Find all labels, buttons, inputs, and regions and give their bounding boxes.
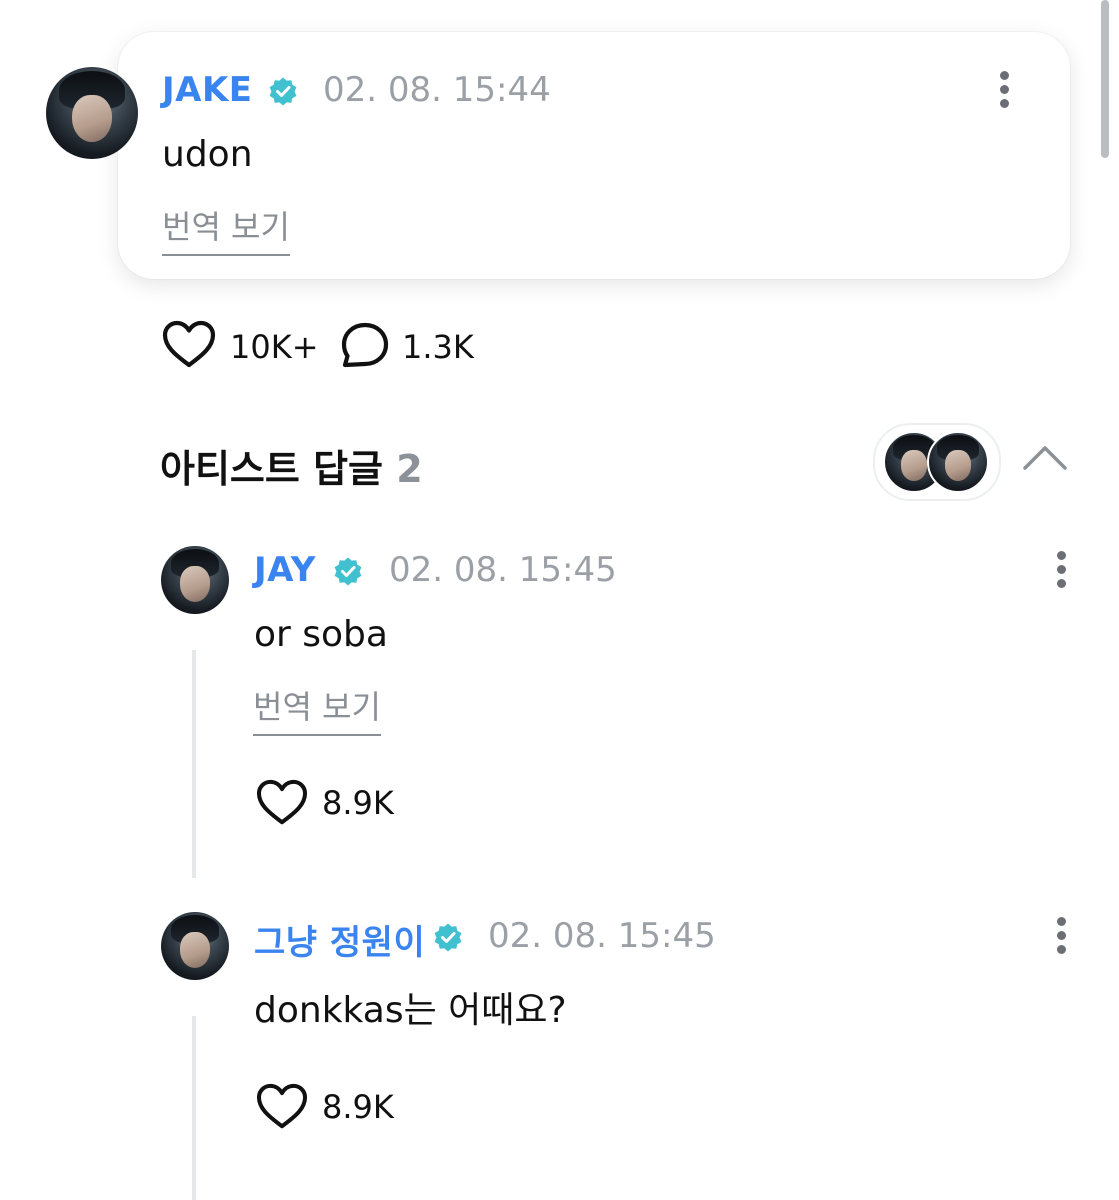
thread-line — [192, 1016, 196, 1200]
like-count: 10K+ — [230, 328, 319, 366]
reply-timestamp: 02. 08. 15:45 — [488, 916, 716, 956]
reply-text: or soba — [254, 614, 388, 655]
like-count: 8.9K — [322, 1088, 394, 1126]
verified-badge-icon — [269, 77, 297, 106]
artist-replies-title-text: 아티스트 답글 — [160, 447, 383, 491]
verified-badge-icon — [434, 923, 462, 952]
more-vertical-icon[interactable] — [1055, 551, 1067, 591]
reply-author-name[interactable]: 그냥 정원이 — [254, 915, 425, 964]
heart-icon[interactable] — [162, 320, 216, 370]
artist-replies-title: 아티스트 답글 2 — [160, 438, 423, 493]
avatar — [927, 431, 989, 493]
like-count: 8.9K — [322, 784, 394, 822]
avatar[interactable] — [46, 67, 138, 159]
translate-link[interactable]: 번역 보기 — [253, 682, 381, 736]
artist-replies-count: 2 — [396, 447, 423, 491]
heart-icon[interactable] — [256, 779, 308, 827]
avatar[interactable] — [161, 546, 229, 614]
heart-icon[interactable] — [256, 1083, 308, 1131]
post-timestamp: 02. 08. 15:44 — [323, 70, 551, 110]
post-text: udon — [162, 134, 253, 175]
chevron-up-icon[interactable] — [1022, 444, 1068, 472]
reply-timestamp: 02. 08. 15:45 — [389, 550, 617, 590]
thread-line — [192, 650, 196, 878]
reply-author-name[interactable]: JAY — [254, 550, 316, 590]
post-author-name[interactable]: JAKE — [162, 70, 253, 110]
reply-text: donkkas는 어때요? — [254, 990, 567, 1031]
more-vertical-icon[interactable] — [998, 71, 1010, 111]
more-vertical-icon[interactable] — [1055, 917, 1067, 957]
comment-bubble-icon[interactable] — [340, 322, 390, 370]
comment-count: 1.3K — [402, 328, 474, 366]
translate-link[interactable]: 번역 보기 — [162, 202, 290, 256]
scrollbar[interactable] — [1101, 0, 1109, 158]
verified-badge-icon — [334, 557, 362, 586]
avatar[interactable] — [161, 912, 229, 980]
